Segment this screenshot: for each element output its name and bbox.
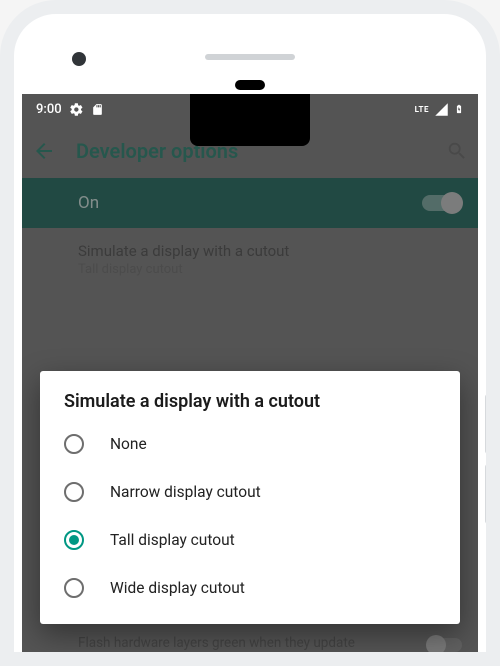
device-screen: 9:00 LTE <box>22 94 478 652</box>
status-bar: 9:00 LTE <box>22 94 478 124</box>
radio-icon-selected <box>64 530 84 550</box>
settings-icon <box>69 102 84 117</box>
radio-icon <box>64 578 84 598</box>
battery-icon <box>454 101 464 117</box>
lte-indicator: LTE <box>415 105 429 114</box>
radio-option-none[interactable]: None <box>40 420 460 468</box>
volume-down-button <box>485 464 491 524</box>
radio-option-tall[interactable]: Tall display cutout <box>40 516 460 564</box>
radio-label: Tall display cutout <box>110 531 235 549</box>
volume-up-button <box>485 394 491 454</box>
cutout-dialog: Simulate a display with a cutout None Na… <box>40 371 460 624</box>
phone-bezel-top <box>22 22 478 94</box>
radio-label: Narrow display cutout <box>110 483 261 501</box>
dialog-title: Simulate a display with a cutout <box>40 391 460 420</box>
signal-icon <box>434 102 449 117</box>
phone-frame: 9:00 LTE <box>0 0 500 666</box>
radio-label: None <box>110 435 147 453</box>
radio-icon <box>64 482 84 502</box>
front-camera <box>72 52 86 66</box>
radio-icon <box>64 434 84 454</box>
proximity-sensor <box>235 80 265 90</box>
status-clock: 9:00 <box>36 102 62 117</box>
radio-option-wide[interactable]: Wide display cutout <box>40 564 460 612</box>
radio-label: Wide display cutout <box>110 579 245 597</box>
earpiece-speaker <box>205 54 295 60</box>
radio-option-narrow[interactable]: Narrow display cutout <box>40 468 460 516</box>
sd-card-icon <box>91 102 104 117</box>
